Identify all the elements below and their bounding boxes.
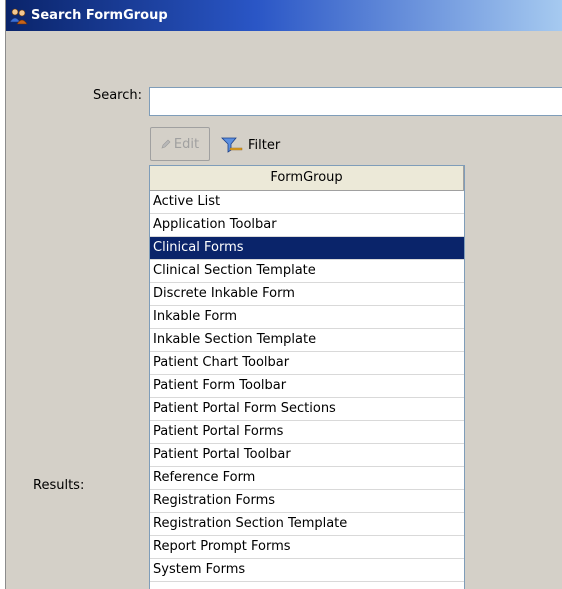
list-item[interactable]: Patient Chart Toolbar (150, 352, 464, 375)
results-rows: Active List Application Toolbar Clinical F… (150, 191, 464, 589)
window-title: Search FormGroup (31, 8, 168, 23)
list-item[interactable]: Patient Form Toolbar (150, 375, 464, 398)
list-item[interactable]: Registration Forms (150, 490, 464, 513)
list-item[interactable]: System Forms (150, 559, 464, 582)
title-bar[interactable]: Search FormGroup (6, 0, 562, 31)
list-item[interactable]: Patient Portal Forms (150, 421, 464, 444)
filter-icon (221, 136, 243, 154)
list-item[interactable]: Application Toolbar (150, 214, 464, 237)
list-item[interactable]: Discrete Inkable Form (150, 283, 464, 306)
people-icon (8, 6, 30, 26)
filter-button[interactable]: Filter (221, 130, 280, 160)
list-item[interactable]: Patient Portal Toolbar (150, 444, 464, 467)
search-formgroup-window: Search FormGroup Search: Edit Filter Res… (5, 0, 562, 589)
edit-button[interactable]: Edit (150, 127, 210, 161)
list-item-selected[interactable]: Clinical Forms (150, 237, 464, 260)
results-list[interactable]: FormGroup Active List Application Toolbar… (149, 165, 465, 589)
list-item[interactable]: Patient Portal Form Sections (150, 398, 464, 421)
list-item[interactable]: Report Prompt Forms (150, 536, 464, 559)
column-header-formgroup[interactable]: FormGroup (150, 166, 464, 191)
list-item[interactable]: Inkable Form (150, 306, 464, 329)
results-label: Results: (33, 478, 85, 493)
search-label: Search: (92, 88, 142, 103)
list-item[interactable]: Registration Section Template (150, 513, 464, 536)
list-item[interactable] (150, 582, 464, 589)
search-input[interactable] (149, 87, 562, 116)
list-item[interactable]: Reference Form (150, 467, 464, 490)
list-item[interactable]: Clinical Section Template (150, 260, 464, 283)
filter-button-label: Filter (248, 137, 281, 153)
pencil-icon (161, 139, 171, 149)
list-item[interactable]: Active List (150, 191, 464, 214)
edit-button-label: Edit (173, 136, 200, 152)
list-item[interactable]: Inkable Section Template (150, 329, 464, 352)
